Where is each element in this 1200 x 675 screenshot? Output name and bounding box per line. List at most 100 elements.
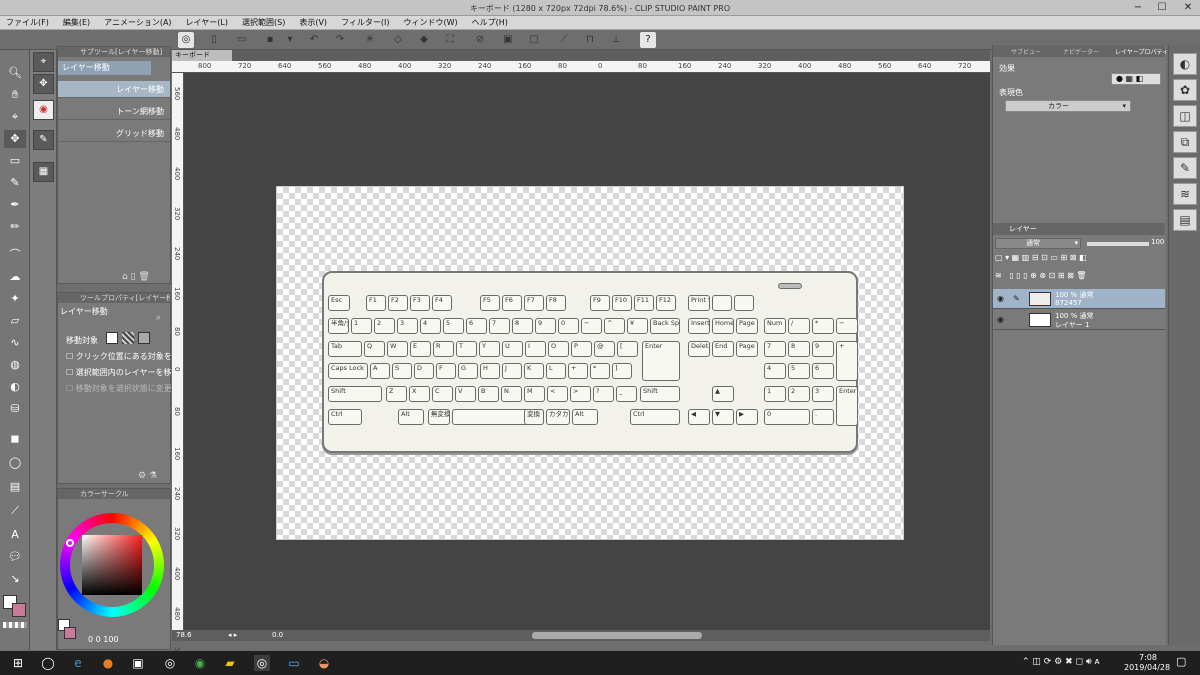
pen-tool-icon[interactable]: ✒ bbox=[4, 196, 26, 214]
menu-animation[interactable]: アニメーション(A) bbox=[104, 17, 171, 28]
menu-file[interactable]: ファイル(F) bbox=[6, 17, 49, 28]
maximize-button[interactable]: ☐ bbox=[1150, 0, 1174, 16]
decoration-tool-icon[interactable]: ✦ bbox=[4, 290, 26, 308]
save-icon[interactable]: ▪ bbox=[262, 32, 278, 48]
snap-grid-icon[interactable]: ⊓ bbox=[582, 32, 598, 48]
clip-studio-paint-icon[interactable]: ◎ bbox=[254, 655, 270, 671]
fill-tool-icon[interactable]: ◍ bbox=[4, 356, 26, 374]
ellipse-tool-icon[interactable]: ◯ bbox=[4, 454, 26, 472]
clip-studio-icon[interactable]: ◎ bbox=[178, 32, 194, 48]
subtool-item-grid-move[interactable]: グリッド移動 bbox=[58, 125, 170, 142]
move-layer-tool-icon[interactable]: ✥ bbox=[4, 130, 26, 148]
windows-start-icon[interactable]: ⊞ bbox=[10, 655, 26, 671]
operation-tool-icon[interactable]: ⌖ bbox=[4, 108, 26, 126]
subtool-item-layer-move[interactable]: レイヤー移動 bbox=[58, 81, 170, 98]
material-icon[interactable]: ▤ bbox=[1173, 209, 1197, 231]
option-in-selection[interactable]: ☐ 選択範囲内のレイヤーを移動 bbox=[66, 367, 179, 378]
clear-outside-icon[interactable]: ◇ bbox=[390, 32, 406, 48]
app-icon[interactable]: ▣ bbox=[130, 655, 146, 671]
redo-icon[interactable]: ↷ bbox=[332, 32, 348, 48]
tool-settings-icon[interactable]: ⚙ ⚗ bbox=[138, 471, 157, 481]
figure-tool-icon[interactable]: ◼ bbox=[4, 430, 26, 448]
explorer-icon[interactable]: ▰ bbox=[222, 655, 238, 671]
chrome-icon[interactable]: ◉ bbox=[192, 655, 208, 671]
layer-toolbar-1[interactable]: ▢ ▾ ▦ ▥ ⊟ ⊡ ▭ ⊞ ⊠ ◧ bbox=[995, 253, 1163, 267]
text-tool-icon[interactable]: A bbox=[4, 526, 26, 544]
eye-icon[interactable]: ◉ bbox=[997, 294, 1004, 303]
selection-tool-icon[interactable]: ▭ bbox=[4, 152, 26, 170]
menu-window[interactable]: ウィンドウ(W) bbox=[404, 17, 458, 28]
close-button[interactable]: ✕ bbox=[1176, 0, 1200, 16]
frame-tool-icon[interactable]: ▤ bbox=[4, 478, 26, 496]
subview-icon[interactable]: ◐ bbox=[1173, 53, 1197, 75]
search-icon[interactable]: ⌕ bbox=[156, 313, 161, 323]
hue-marker[interactable] bbox=[66, 539, 74, 547]
transform-icon[interactable]: ⛶ bbox=[442, 32, 458, 48]
eraser-tool-icon[interactable]: ▱ bbox=[4, 312, 26, 330]
layer-stack-icon[interactable]: ≋ bbox=[1173, 183, 1197, 205]
brush-palette-icon[interactable]: ✎ bbox=[1173, 157, 1197, 179]
eye-icon[interactable]: ◉ bbox=[997, 315, 1004, 324]
gradient-tool-icon[interactable]: ◐ bbox=[4, 378, 26, 396]
move-group-icon[interactable]: ✥ bbox=[33, 74, 54, 94]
subtool-group-tab[interactable]: レイヤー移動 bbox=[58, 61, 151, 75]
layer-toolbar-2[interactable]: ≋ ▯ ▯ ▯ ⊕ ⊗ ⊡ ⊞ ⊠ 🗑︎ bbox=[995, 271, 1163, 285]
effect-buttons[interactable]: ● ▦ ◧ bbox=[1111, 73, 1161, 85]
tab-layer[interactable]: レイヤー bbox=[1009, 224, 1037, 234]
blend-tool-icon[interactable]: ∿ bbox=[4, 334, 26, 352]
snap-ruler-icon[interactable]: ⟋ bbox=[556, 32, 572, 48]
brush-tool-icon[interactable]: ⌒ bbox=[4, 246, 26, 264]
crop-icon[interactable]: ▢ bbox=[526, 32, 542, 48]
menu-filter[interactable]: フィルター(I) bbox=[341, 17, 389, 28]
opacity-slider[interactable] bbox=[1087, 242, 1149, 246]
zoom-tool-icon[interactable]: 🔍︎ bbox=[4, 64, 26, 82]
bucket-tool-icon[interactable]: ⛁ bbox=[4, 400, 26, 418]
menu-view[interactable]: 表示(V) bbox=[299, 17, 327, 28]
eyedropper-tool-icon[interactable]: ✎ bbox=[4, 174, 26, 192]
tab-navigator[interactable]: ナビゲーター bbox=[1063, 47, 1099, 56]
navigator-icon[interactable]: ✿ bbox=[1173, 79, 1197, 101]
target-raster-button[interactable] bbox=[106, 332, 118, 344]
sub-color-swatch[interactable] bbox=[12, 603, 26, 617]
tab-subview[interactable]: サブビュー bbox=[1011, 47, 1041, 56]
correction-tool-icon[interactable]: ↘ bbox=[4, 570, 26, 588]
horizontal-scrollbar[interactable] bbox=[532, 632, 702, 639]
save-dropdown-icon[interactable]: ▾ bbox=[282, 32, 298, 48]
help-icon[interactable]: ? bbox=[640, 32, 656, 48]
menu-selection[interactable]: 選択範囲(S) bbox=[242, 17, 285, 28]
expression-color-select[interactable]: カラー ▾ bbox=[1005, 100, 1131, 112]
subtool-actions-icon[interactable]: ⌂ ▯ 🗑︎ bbox=[122, 272, 150, 282]
zoom-stepper[interactable]: ◂ ▸ bbox=[228, 631, 237, 639]
firefox-icon[interactable]: ● bbox=[100, 655, 116, 671]
operation-group-icon[interactable]: ⌖ bbox=[33, 52, 54, 72]
edge-icon[interactable]: e bbox=[70, 655, 86, 671]
balloon-tool-icon[interactable]: 💬︎ bbox=[4, 548, 26, 566]
target-tone-button[interactable] bbox=[122, 332, 134, 344]
menu-edit[interactable]: 編集(E) bbox=[63, 17, 90, 28]
saturation-value-square[interactable] bbox=[82, 535, 142, 595]
option-click-position[interactable]: ☐ クリック位置にある対象を移動 bbox=[66, 351, 188, 362]
food-app-icon[interactable]: ◒ bbox=[316, 655, 332, 671]
color-wheel-group-icon[interactable]: ◉ bbox=[33, 100, 54, 120]
subtool-item-tone-move[interactable]: トーン網移動 bbox=[58, 103, 170, 120]
layer-property-icon[interactable]: ◫ bbox=[1173, 105, 1197, 127]
new-file-icon[interactable]: ▯ bbox=[206, 32, 222, 48]
blend-mode-select[interactable]: 通常 ▾ bbox=[995, 238, 1081, 249]
tab-layer-property[interactable]: レイヤープロパティ bbox=[1115, 47, 1168, 56]
menu-help[interactable]: ヘルプ(H) bbox=[472, 17, 508, 28]
target-grid-button[interactable] bbox=[138, 332, 150, 344]
pencil-tool-icon[interactable]: ✏ bbox=[4, 218, 26, 236]
search-icon[interactable]: ◯ bbox=[40, 655, 56, 671]
ruler-group-icon[interactable]: ✎ bbox=[33, 130, 54, 150]
undo-icon[interactable]: ↶ bbox=[306, 32, 322, 48]
snap-special-ruler-icon[interactable]: ⊥ bbox=[608, 32, 624, 48]
hand-tool-icon[interactable]: ✋︎ bbox=[4, 86, 26, 104]
open-file-icon[interactable]: ▭ bbox=[234, 32, 250, 48]
history-icon[interactable]: ⧉ bbox=[1173, 131, 1197, 153]
clip-studio-launcher-icon[interactable]: ◎ bbox=[162, 655, 178, 671]
layer-row-872457[interactable]: ◉ ✎ 100 % 通常 872457 bbox=[993, 289, 1165, 309]
transparent-swatch[interactable] bbox=[3, 622, 27, 628]
layer-row-layer-1[interactable]: ◉ 100 % 通常 レイヤー 1 bbox=[993, 310, 1165, 330]
fill-icon[interactable]: ◆ bbox=[416, 32, 432, 48]
option-select-target[interactable]: ☐ 移動対象を選択状態に変更 bbox=[66, 383, 172, 394]
